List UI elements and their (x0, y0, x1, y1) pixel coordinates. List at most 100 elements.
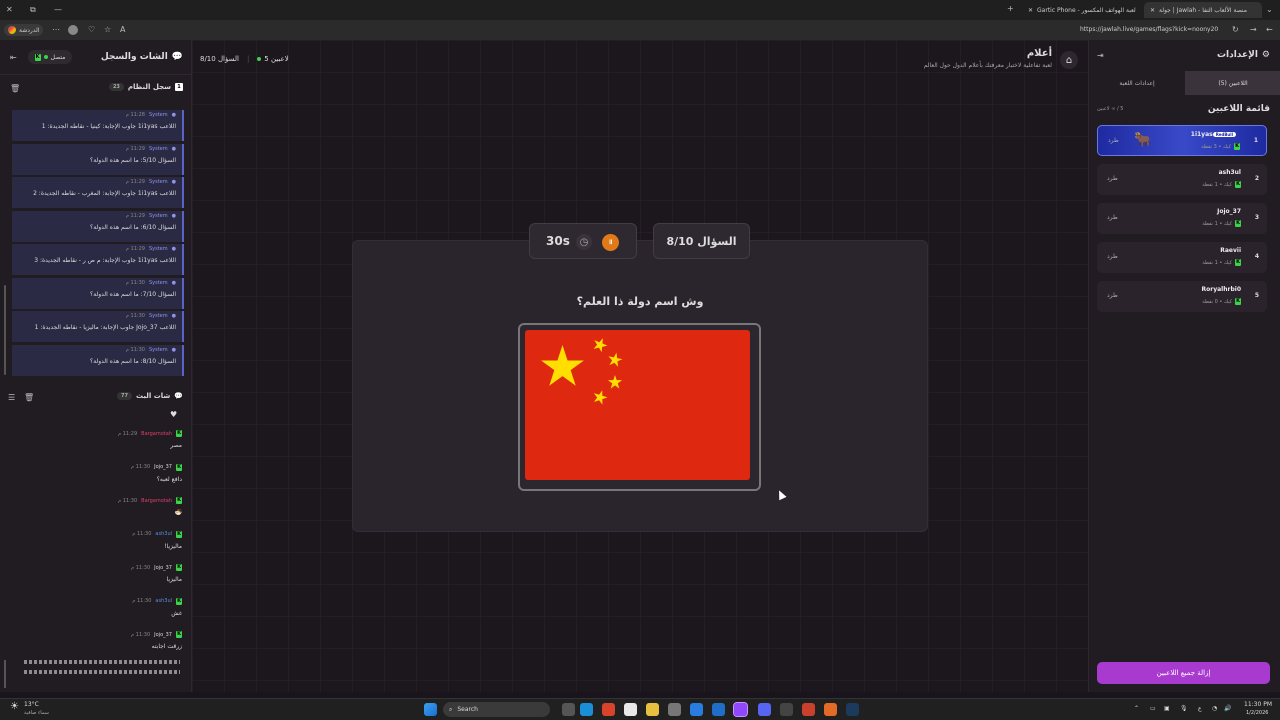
divider (0, 74, 192, 75)
player-name: Roryalhrbi0 (1202, 286, 1241, 293)
game-area: السؤال 8/10 | 5 لاعبين أعلام لعبة تفاعلي… (192, 40, 1088, 692)
tab-jawlah[interactable]: ✕ جولة | Jawlah - منصة الألعاب التفا (1144, 2, 1262, 18)
player-score: K كيك • 1 نقطة (1202, 181, 1241, 188)
tab-close-icon[interactable]: ✕ (1028, 7, 1033, 14)
wifi-icon[interactable]: ◔ (1212, 705, 1217, 712)
chat-log-panel: 💬 الشات والسجل K متصل ⇤ 1 سجل النظام 23 … (0, 40, 192, 692)
more-icon[interactable]: ⋯ (52, 25, 60, 34)
kick-player-button[interactable]: طرد (1107, 292, 1118, 299)
chat-username[interactable]: Bargamotah (141, 431, 172, 437)
remove-all-players-button[interactable]: إزالة جميع اللاعبين (1097, 662, 1270, 684)
player-score-text: كيك • 1 نقطة (1202, 220, 1232, 227)
tab-game-settings[interactable]: إعدادات اللعبة (1089, 71, 1185, 95)
restore-icon[interactable]: ⧉ (30, 5, 36, 15)
kick-player-button[interactable]: طرد (1107, 214, 1118, 221)
tab-gartic[interactable]: ✕ Gartic Phone - لعبة الهواتف المكسور (1022, 2, 1142, 18)
edge-icon[interactable] (580, 703, 593, 716)
star-icon[interactable]: ☆ (104, 25, 111, 34)
chat-scrollbar[interactable] (4, 660, 6, 688)
player-row[interactable]: 🐂 1 1i1yas RedBull K كيك • 3 نقطة طرد (1097, 125, 1267, 156)
read-aloud-icon[interactable]: A (120, 25, 125, 34)
question-text: وش اسم دولة ذا العلم؟ (576, 295, 704, 308)
clear-log-icon[interactable]: 🗑 (10, 84, 20, 93)
kick-icon: K (1235, 220, 1241, 227)
player-row[interactable]: 4 Raevii K كيك • 1 نقطة طرد (1097, 242, 1267, 273)
player-row[interactable]: 2 ash3ul K كيك • 1 نقطة طرد (1097, 164, 1267, 195)
app-icon[interactable] (824, 703, 837, 716)
mic-icon[interactable]: 🎙 (1180, 705, 1188, 712)
back-icon[interactable]: ← (1266, 25, 1273, 34)
reload-icon[interactable]: ↻ (1232, 25, 1239, 34)
collapse-panel-icon[interactable]: ⇤ (10, 53, 17, 62)
taskbar-search[interactable]: ⌕ Search (443, 702, 550, 717)
message-time: 11:30 م (131, 464, 151, 470)
chat-username[interactable]: Jojo_37 (154, 565, 172, 571)
chat-username[interactable]: Jojo_37 (154, 464, 172, 470)
message-text: اللاعب 1i1yas جاوب الإجابة: م ص ر - نقاط… (34, 257, 176, 264)
message-text: اللاعب 1i1yas جاوب الإجابة: المغرب - نقا… (33, 190, 176, 197)
clock-date[interactable]: 1/2/2026 (1246, 710, 1268, 716)
log-scrollbar[interactable] (4, 285, 6, 375)
kick-icon: K (176, 597, 182, 605)
collapse-panel-icon[interactable]: ⇥ (1097, 51, 1104, 60)
chat-input-line[interactable] (24, 670, 180, 674)
mail-icon[interactable] (712, 703, 725, 716)
settings-panel: ⚙ الإعدادات ⇥ اللاعبين (5) إعدادات اللعب… (1088, 40, 1280, 692)
info-dot-icon: ● (171, 112, 176, 118)
settings-tabs: اللاعبين (5) إعدادات اللعبة (1089, 71, 1280, 95)
tray-app-icon[interactable]: ▭ (1150, 705, 1156, 712)
kick-player-button[interactable]: طرد (1107, 253, 1118, 260)
online-dot-icon (43, 55, 48, 59)
message-sender: System (148, 313, 168, 319)
tab-players[interactable]: اللاعبين (5) (1185, 71, 1280, 95)
weather-temp[interactable]: 13°C (24, 701, 39, 708)
volume-icon[interactable]: 🔊 (1224, 705, 1231, 712)
discord-icon[interactable] (758, 703, 771, 716)
player-score-text: كيك • 0 نقطة (1202, 298, 1232, 305)
favorite-icon[interactable]: ♡ (88, 25, 95, 34)
tab-close-icon[interactable]: ✕ (1150, 7, 1155, 14)
filter-icon[interactable]: ☰ (8, 393, 15, 402)
kick-player-button[interactable]: طرد (1107, 175, 1118, 182)
chat-username[interactable]: Bargamotah (141, 498, 172, 504)
player-row[interactable]: 3 Jojo_37 K كيك • 1 نقطة طرد (1097, 203, 1267, 234)
twitch-icon[interactable] (733, 702, 748, 717)
profile-button[interactable]: الدردشة (4, 24, 44, 36)
kick-icon: K (176, 564, 182, 571)
close-window-icon[interactable]: ✕ (6, 5, 13, 14)
new-tab-icon[interactable]: + (1007, 4, 1014, 13)
browser-address-bar: الدردشة ⋯ ♡ ☆ A https://jawlah.live/game… (0, 20, 1280, 40)
clock-time[interactable]: 11:30 PM (1244, 701, 1272, 708)
chrome-dev-icon[interactable] (802, 703, 815, 716)
tray-chevron-icon[interactable]: ⌃ (1134, 705, 1139, 712)
pause-button[interactable]: ॥ (602, 234, 619, 251)
steam-icon[interactable] (846, 703, 859, 716)
home-button[interactable]: ⌂ (1060, 51, 1078, 69)
store-icon[interactable] (690, 703, 703, 716)
clear-chat-icon[interactable]: 🗑 (24, 393, 34, 402)
windows-start-icon[interactable] (424, 703, 437, 716)
clock-icon: ◷ (576, 234, 592, 250)
language-indicator[interactable]: ع (1198, 705, 1202, 712)
chat-input-line[interactable] (24, 660, 180, 664)
tab-list-icon[interactable]: ⌄ (1266, 5, 1273, 14)
settings-icon[interactable] (668, 703, 681, 716)
player-name-text: Jojo_37 (1217, 208, 1241, 215)
chat-message: K Jojo_37 11:30 م ماليزيا (10, 564, 182, 583)
chat-username[interactable]: Jojo_37 (154, 632, 172, 638)
chatgpt-icon[interactable] (624, 703, 637, 716)
weather-text[interactable]: سماء صافية (24, 710, 49, 716)
chat-username[interactable]: ash3ul (155, 598, 172, 604)
player-row[interactable]: 5 Roryalhrbi0 K كيك • 0 نقطة طرد (1097, 281, 1267, 312)
kick-player-button[interactable]: طرد (1108, 137, 1119, 144)
explorer-icon[interactable] (646, 703, 659, 716)
chat-username[interactable]: ash3ul (155, 531, 172, 537)
url-field[interactable]: https://jawlah.live/games/flags?kick=noo… (1080, 24, 1218, 36)
obs-icon[interactable] (780, 703, 793, 716)
network-tray-icon[interactable]: ▣ (1164, 705, 1170, 712)
account-icon[interactable] (68, 25, 78, 35)
minimize-icon[interactable]: — (54, 5, 62, 14)
chrome-icon[interactable] (602, 703, 615, 716)
forward-icon[interactable]: → (1250, 25, 1257, 34)
task-view-icon[interactable] (562, 703, 575, 716)
